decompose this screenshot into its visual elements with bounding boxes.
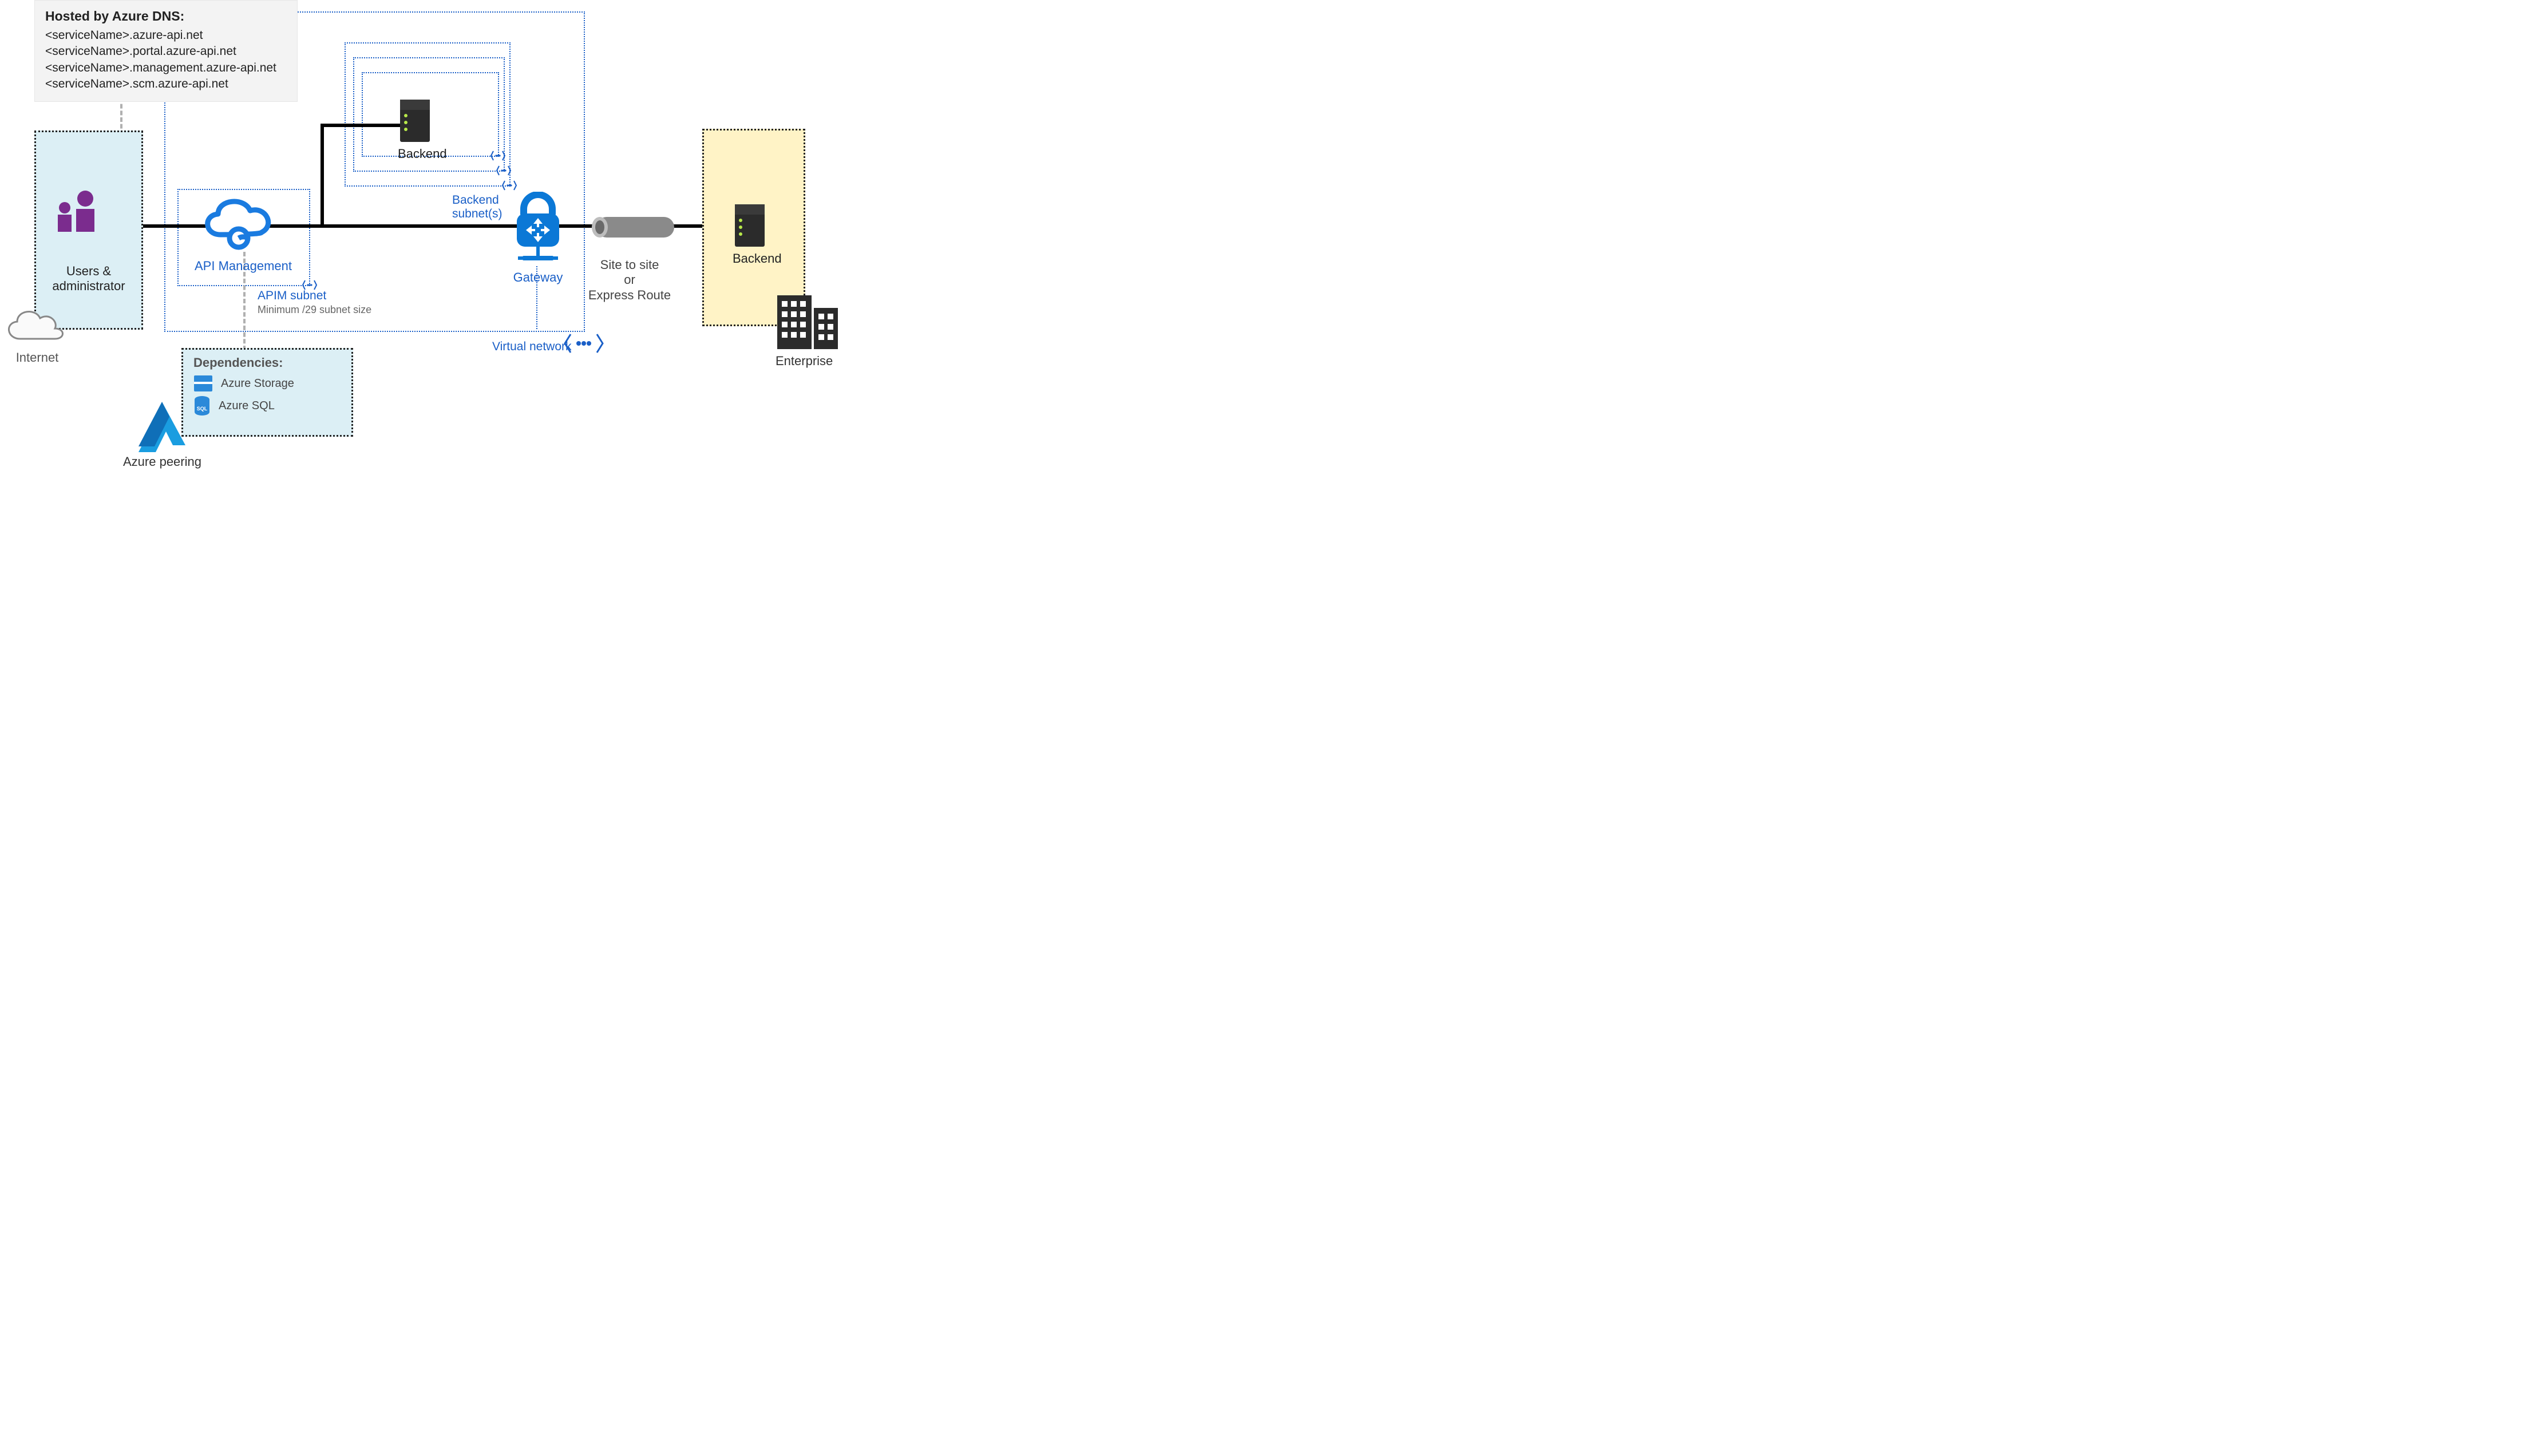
gateway-label: Gateway xyxy=(504,270,572,285)
backend-server-internal: Backend xyxy=(398,98,447,161)
dns-line: <serviceName>.scm.azure-api.net xyxy=(45,76,287,92)
backend-internal-label: Backend xyxy=(398,147,447,161)
architecture-diagram: Virtual network Backend subnet(s) APIM s… xyxy=(0,0,847,485)
gateway-vnet-connector xyxy=(536,266,537,329)
dependency-storage: Azure Storage xyxy=(193,375,341,392)
backend-server-enterprise: Backend xyxy=(733,203,782,266)
gateway-icon xyxy=(512,192,564,266)
server-icon xyxy=(398,98,447,144)
cloud-icon xyxy=(0,304,74,347)
storage-icon xyxy=(193,375,213,392)
dependency-label: Azure SQL xyxy=(219,399,275,413)
subnet-peer-icon xyxy=(502,179,517,192)
backend-connector-v xyxy=(321,124,324,227)
subnet-peer-icon xyxy=(490,149,505,162)
server-icon xyxy=(733,203,782,249)
tunnel-pipe-icon xyxy=(589,213,681,241)
internet-label: Internet xyxy=(0,350,74,365)
api-management-icon xyxy=(197,195,278,252)
users-icon xyxy=(52,189,104,234)
apim-label: API Management xyxy=(195,259,292,274)
dependencies-box: Dependencies: Azure Storage SQL Azure SQ… xyxy=(181,348,353,437)
internet-cloud: Internet xyxy=(0,304,74,365)
tunnel-label: Site to site or Express Route xyxy=(572,258,687,303)
enterprise-backend-label: Backend xyxy=(733,251,782,266)
apim-subnet-label: APIM subnet Minimum /29 subnet size xyxy=(258,289,371,316)
dependencies-title: Dependencies: xyxy=(193,355,341,370)
dns-line: <serviceName>.portal.azure-api.net xyxy=(45,43,287,60)
dns-line: <serviceName>.azure-api.net xyxy=(45,27,287,43)
enterprise-building-icon xyxy=(777,291,840,350)
vnet-label: Virtual network xyxy=(492,340,572,354)
dns-title: Hosted by Azure DNS: xyxy=(45,7,287,25)
dns-info-box: Hosted by Azure DNS: <serviceName>.azure… xyxy=(34,0,298,102)
svg-text:SQL: SQL xyxy=(197,406,208,412)
users-zone: Users & administrator xyxy=(34,130,143,330)
enterprise-label: Enterprise xyxy=(776,354,833,369)
azure-peering-icon xyxy=(137,401,187,452)
subnet-peer-icon xyxy=(496,164,511,177)
backend-connector-h xyxy=(321,124,401,127)
users-label: Users & administrator xyxy=(36,264,141,294)
backend-subnets-label: Backend subnet(s) xyxy=(452,193,503,221)
dns-line: <serviceName>.management.azure-api.net xyxy=(45,60,287,76)
sql-icon: SQL xyxy=(193,395,211,416)
dependency-label: Azure Storage xyxy=(221,377,294,390)
azure-peering-label: Azure peering xyxy=(123,454,201,469)
dependency-sql: SQL Azure SQL xyxy=(193,395,341,416)
